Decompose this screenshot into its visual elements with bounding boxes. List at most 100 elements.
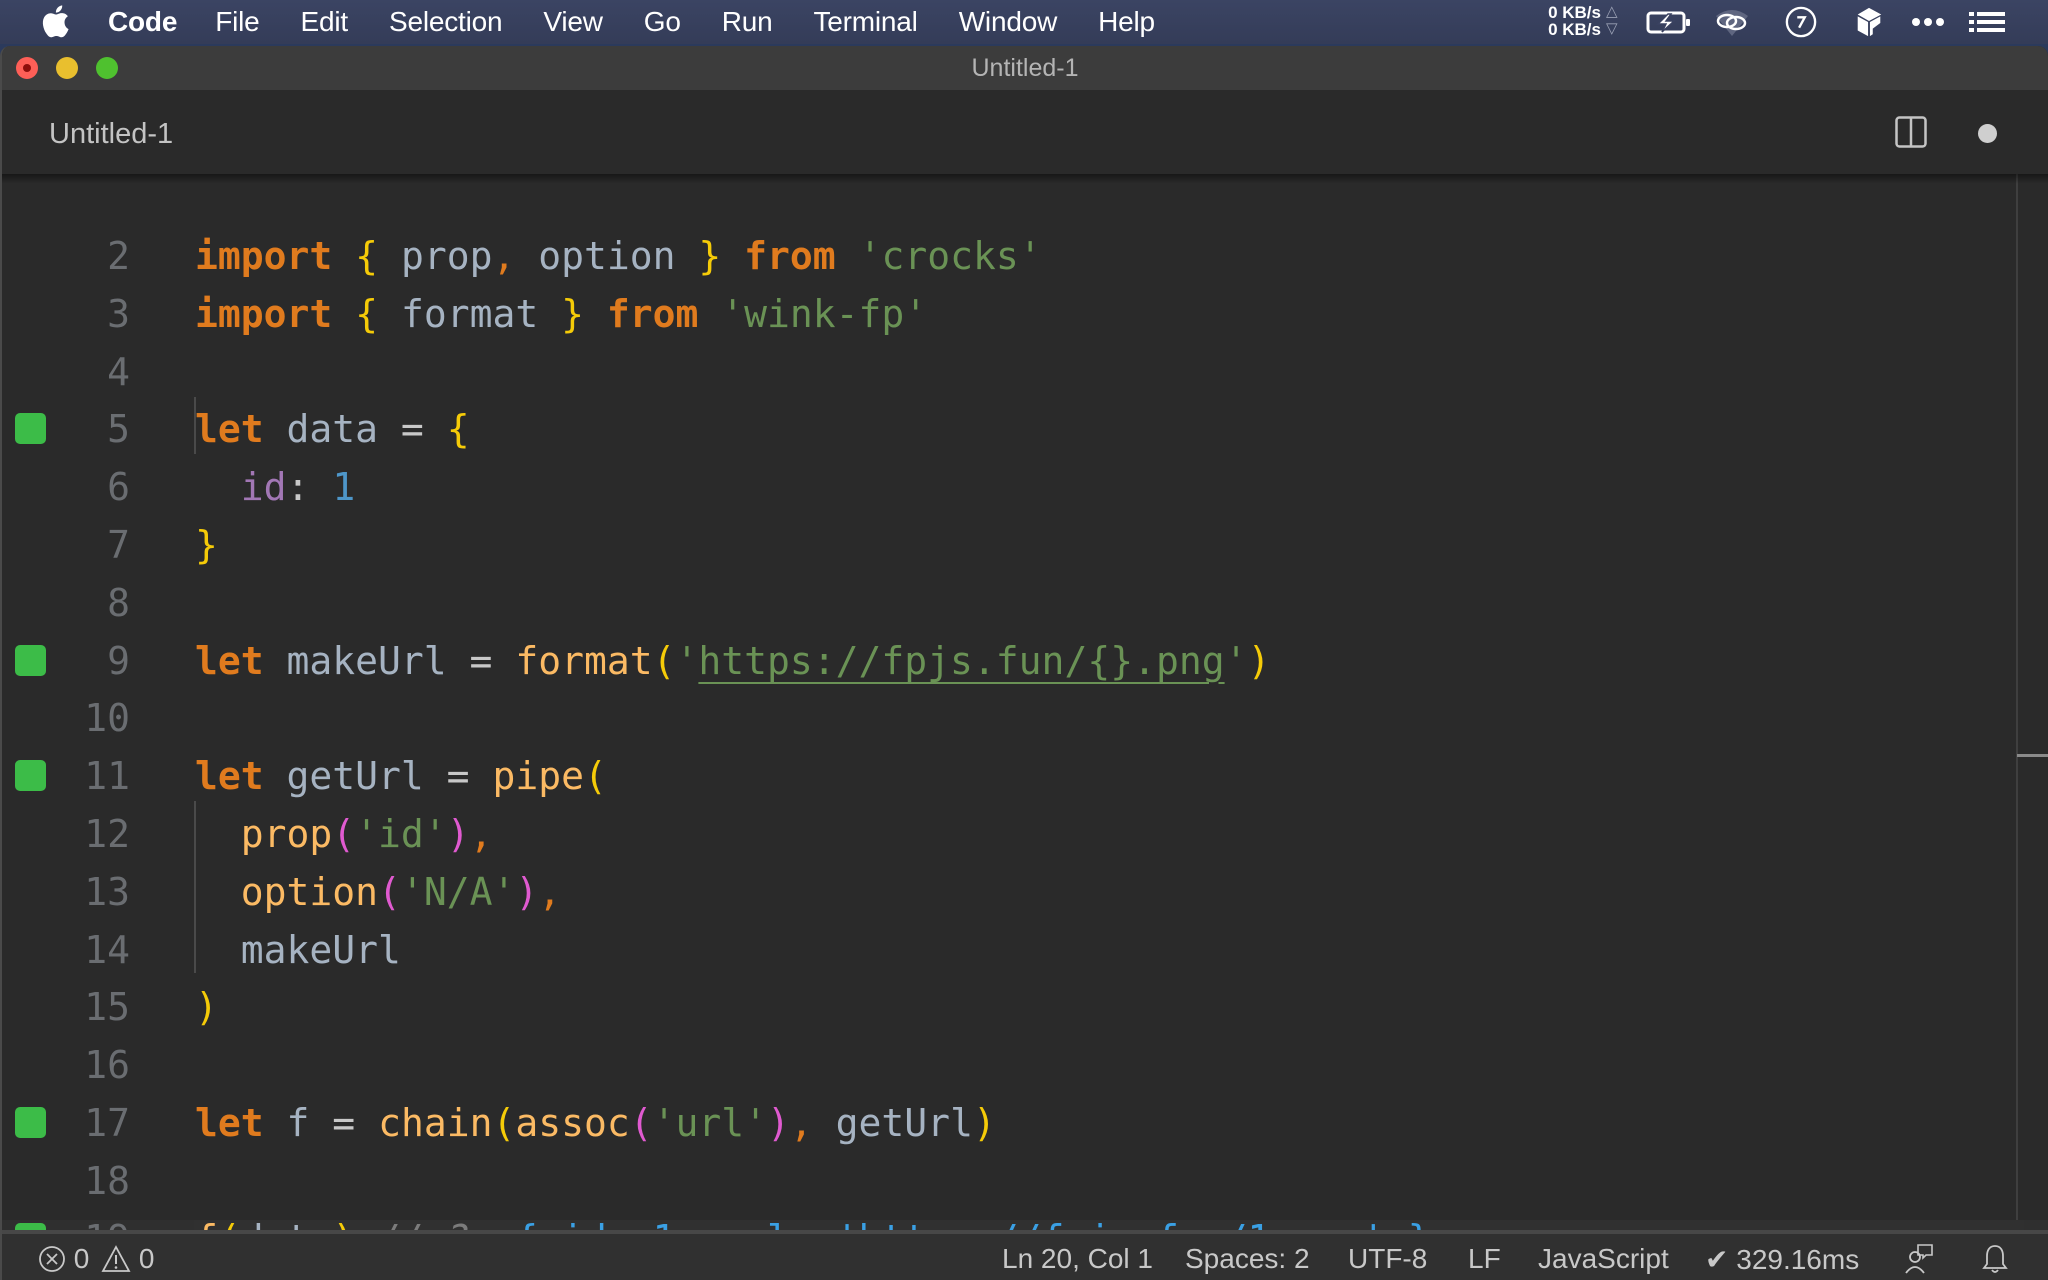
string-token: 'crocks' [858,234,1042,278]
encoding-setting[interactable]: UTF-8 [1348,1243,1427,1275]
code-line[interactable]: 18 [2,1152,2012,1210]
line-content: let makeUrl = format('https://fpjs.fun/{… [195,632,1270,690]
function-token: f [195,1217,218,1230]
overview-ruler[interactable] [2016,174,2018,1230]
function-token: option [240,869,379,914]
keyword-token: import [195,234,333,278]
function-token: pipe [492,754,584,799]
bracket-token: ) [767,1101,790,1145]
code-line[interactable]: 13 option('N/A'), [2,863,2012,921]
identifier-token [355,1217,378,1230]
line-number: 6 [107,465,130,510]
string-token: 'N/A' [400,869,516,914]
line-content: ) [195,978,218,1036]
indentation-setting[interactable]: Spaces: 2 [1185,1243,1310,1275]
bracket-token: } [698,234,722,278]
line-content: f(data) // ? { id: 1, url: 'https://fpjs… [195,1210,1430,1230]
bracket-token: ( [629,1101,653,1145]
menu-terminal[interactable]: Terminal [813,6,917,38]
menu-window[interactable]: Window [959,6,1058,38]
network-speed[interactable]: 0 KB/s 0 KB/s [1541,4,1601,38]
keyword-token: let [195,407,264,452]
function-token: format [515,638,653,683]
dropbox-icon[interactable] [1854,6,1884,38]
quokka-timing[interactable]: ✔ 329.16ms [1705,1243,1859,1276]
menu-help[interactable]: Help [1098,6,1155,38]
feedback-icon[interactable] [1904,1243,1934,1275]
code-editor[interactable]: 2 import { prop, option } from 'crocks' 3 i… [2,174,2048,1230]
code-line[interactable]: 7} [2,516,2012,574]
network-arrows-icon: △ ▽ [1606,3,1618,37]
editor-tab-bar: Untitled-1 [2,90,2048,174]
language-mode[interactable]: JavaScript [1538,1243,1669,1275]
line-number: 13 [84,869,130,914]
menu-go[interactable]: Go [644,6,681,38]
line-number: 12 [84,812,130,856]
title-bar[interactable]: Untitled-1 [2,46,2048,90]
code-line[interactable]: 12 prop('id'), [2,805,2012,863]
menu-edit[interactable]: Edit [301,6,349,38]
line-content: prop('id'), [195,805,493,863]
apple-logo-icon[interactable] [40,4,70,38]
clock-icon[interactable] [1784,6,1818,38]
battery-charging-icon[interactable] [1646,6,1692,38]
eol-setting[interactable]: LF [1468,1243,1501,1275]
code-line[interactable]: 2 import { prop, option } from 'crocks' [2,227,2012,285]
identifier-token [309,465,332,509]
identifier-token [492,639,515,683]
cursor-position[interactable]: Ln 20, Col 1 [1002,1243,1153,1275]
split-editor-icon[interactable] [1895,116,1927,148]
code-line[interactable]: 3 import { format } from 'wink-fp' [2,285,2012,343]
code-line[interactable]: 5 let data = { [2,400,2012,458]
unsaved-changes-dot-icon[interactable] [1978,124,1997,143]
code-line[interactable]: 6 id: 1 [2,458,2012,516]
line-content: let f = chain(assoc('url'), getUrl) [195,1094,996,1152]
identifier-token: prop [378,234,493,278]
operator-token: = [469,638,493,683]
code-line[interactable]: 10 [2,689,2012,747]
notifications-bell-icon[interactable] [1982,1243,2008,1275]
identifier-token: getUrl [812,1101,973,1145]
menu-file[interactable]: File [215,6,260,38]
more-icon[interactable] [1910,6,1946,38]
tab-untitled-1[interactable]: Untitled-1 [49,118,173,151]
problems-indicator[interactable]: 0 0 [38,1243,155,1275]
function-token: chain [378,1101,493,1145]
identifier-token: makeUrl [263,638,470,683]
menu-app-code[interactable]: Code [108,6,177,38]
identifier-token [195,812,241,856]
code-line[interactable]: 16 [2,1036,2012,1094]
line-content: import { format } from 'wink-fp' [195,285,927,343]
menu-run[interactable]: Run [722,6,773,38]
control-center-list-icon[interactable] [1967,6,2007,38]
menu-selection[interactable]: Selection [389,6,503,38]
identifier-token [332,292,355,336]
status-bar: 0 0 Ln 20, Col 1 Spaces: 2 UTF-8 LF Java… [2,1230,2048,1280]
code-line[interactable]: 9 let makeUrl = format('https://fpjs.fun/… [2,632,2012,690]
creative-cloud-icon[interactable] [1712,6,1752,38]
line-number: 9 [107,638,130,683]
bracket-token: ) [332,1217,355,1230]
bracket-token: ( [492,1101,516,1145]
keyword-token: let [195,754,264,799]
code-line[interactable]: 8 [2,574,2012,632]
code-line[interactable]: 15) [2,978,2012,1036]
line-number: 19 [2,1210,130,1230]
string-token: 'id' [355,812,447,856]
string-token[interactable]: https://fpjs.fun/{}.png [698,639,1224,683]
operator-token: = [446,754,470,799]
code-line[interactable]: 11 let getUrl = pipe( [2,747,2012,805]
bracket-token: } [195,523,218,567]
code-line[interactable]: 14 makeUrl [2,921,2012,979]
identifier-token [195,465,241,509]
line-number: 15 [84,985,130,1030]
upload-speed: 0 KB/s [1548,3,1601,22]
line-content: import { prop, option } from 'crocks' [195,227,1042,285]
vscode-window: Untitled-1 Untitled-1 2 import { prop, op… [0,46,2048,1280]
code-line[interactable]: 4 [2,343,2012,401]
operator-token: = [332,1101,356,1145]
menu-view[interactable]: View [543,6,603,38]
code-line[interactable]: 19 f(data) // ? { id: 1, url: 'https://fp… [2,1210,2012,1230]
keyword-token: from [606,291,699,336]
code-line[interactable]: 17 let f = chain(assoc('url'), getUrl) [2,1094,2012,1152]
